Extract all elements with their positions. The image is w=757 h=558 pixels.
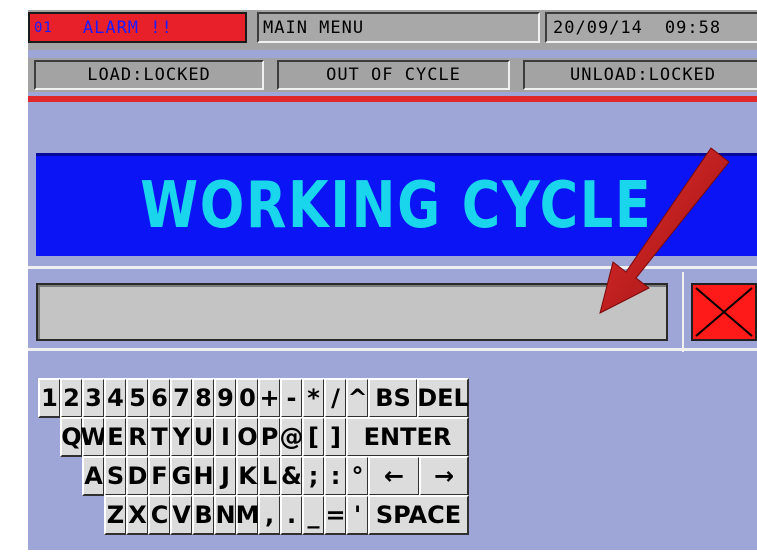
datetime-display: 20/09/14 09:58 bbox=[545, 12, 757, 43]
key-delete[interactable]: DEL bbox=[417, 378, 469, 418]
key-4[interactable]: 4 bbox=[104, 378, 127, 418]
key-9[interactable]: 9 bbox=[214, 378, 237, 418]
key-k[interactable]: K bbox=[236, 456, 259, 496]
divider bbox=[28, 348, 757, 351]
unload-status: UNLOAD:LOCKED bbox=[523, 60, 757, 90]
key-3[interactable]: 3 bbox=[82, 378, 105, 418]
key-bracket-open[interactable]: [ bbox=[302, 417, 325, 457]
date-text: 20/09/14 bbox=[553, 17, 643, 38]
key-j[interactable]: J bbox=[214, 456, 237, 496]
key-z[interactable]: Z bbox=[104, 495, 127, 535]
key-b[interactable]: B bbox=[192, 495, 215, 535]
key-1[interactable]: 1 bbox=[38, 378, 61, 418]
key-plus[interactable]: + bbox=[258, 378, 281, 418]
alarm-indicator[interactable]: 01 ALARM !! bbox=[28, 12, 247, 43]
key-arrow-right[interactable]: → bbox=[419, 456, 469, 496]
key-m[interactable]: M bbox=[236, 495, 259, 535]
key-u[interactable]: U bbox=[192, 417, 215, 457]
key-s[interactable]: S bbox=[104, 456, 127, 496]
banner-title: WORKING CYCLE bbox=[140, 169, 653, 243]
key-asterisk[interactable]: * bbox=[302, 378, 325, 418]
key-c[interactable]: C bbox=[148, 495, 171, 535]
divider bbox=[28, 266, 757, 269]
key-f[interactable]: F bbox=[148, 456, 171, 496]
load-status: LOAD:LOCKED bbox=[34, 60, 264, 90]
key-period[interactable]: . bbox=[280, 495, 303, 535]
key-t[interactable]: T bbox=[148, 417, 171, 457]
key-semicolon[interactable]: ; bbox=[302, 456, 325, 496]
key-v[interactable]: V bbox=[170, 495, 193, 535]
on-screen-keyboard: 1 2 3 4 5 6 7 8 9 0 + - * / ^ BS DEL Q W… bbox=[28, 352, 757, 550]
key-r[interactable]: R bbox=[126, 417, 149, 457]
key-minus[interactable]: - bbox=[280, 378, 303, 418]
key-5[interactable]: 5 bbox=[126, 378, 149, 418]
key-8[interactable]: 8 bbox=[192, 378, 215, 418]
key-g[interactable]: G bbox=[170, 456, 193, 496]
cycle-status: OUT OF CYCLE bbox=[277, 60, 510, 90]
hmi-screen: 01 ALARM !! MAIN MENU 20/09/14 09:58 LOA… bbox=[28, 10, 757, 550]
key-ampersand[interactable]: & bbox=[280, 456, 303, 496]
key-comma[interactable]: , bbox=[258, 495, 281, 535]
key-x[interactable]: X bbox=[126, 495, 149, 535]
header-bar: 01 ALARM !! MAIN MENU 20/09/14 09:58 bbox=[28, 10, 757, 50]
key-e[interactable]: E bbox=[104, 417, 127, 457]
key-6[interactable]: 6 bbox=[148, 378, 171, 418]
key-h[interactable]: H bbox=[192, 456, 215, 496]
status-bar: LOAD:LOCKED OUT OF CYCLE UNLOAD:LOCKED bbox=[28, 58, 757, 92]
menu-title-text: MAIN MENU bbox=[263, 17, 365, 38]
key-i[interactable]: I bbox=[214, 417, 237, 457]
time-text: 09:58 bbox=[664, 17, 722, 38]
key-l[interactable]: L bbox=[258, 456, 281, 496]
close-icon bbox=[695, 287, 753, 337]
key-backspace[interactable]: BS bbox=[368, 378, 418, 418]
key-arrow-left[interactable]: ← bbox=[368, 456, 420, 496]
key-0[interactable]: 0 bbox=[236, 378, 259, 418]
alarm-label: ALARM !! bbox=[82, 17, 173, 38]
key-at[interactable]: @ bbox=[280, 417, 304, 457]
key-7[interactable]: 7 bbox=[170, 378, 193, 418]
cycle-status-text: OUT OF CYCLE bbox=[326, 65, 461, 85]
key-equals[interactable]: = bbox=[324, 495, 347, 535]
key-apostrophe[interactable]: ' bbox=[346, 495, 369, 535]
key-bracket-close[interactable]: ] bbox=[324, 417, 347, 457]
station-number: 01 bbox=[34, 19, 53, 36]
separator-line bbox=[28, 96, 757, 102]
key-p[interactable]: P bbox=[258, 417, 281, 457]
key-caret[interactable]: ^ bbox=[346, 378, 369, 418]
key-a[interactable]: A bbox=[82, 456, 105, 496]
key-underscore[interactable]: _ bbox=[302, 495, 325, 535]
key-space[interactable]: SPACE bbox=[368, 495, 469, 535]
key-o[interactable]: O bbox=[236, 417, 259, 457]
key-degree[interactable]: ° bbox=[346, 456, 369, 496]
key-slash[interactable]: / bbox=[324, 378, 347, 418]
key-colon[interactable]: : bbox=[324, 456, 347, 496]
key-w[interactable]: W bbox=[80, 417, 107, 457]
key-2[interactable]: 2 bbox=[60, 378, 83, 418]
close-button[interactable] bbox=[691, 283, 757, 341]
text-input-field[interactable] bbox=[36, 283, 668, 341]
unload-status-text: UNLOAD:LOCKED bbox=[569, 65, 717, 85]
working-cycle-banner: WORKING CYCLE bbox=[36, 153, 757, 256]
key-d[interactable]: D bbox=[126, 456, 149, 496]
load-status-text: LOAD:LOCKED bbox=[87, 65, 211, 85]
menu-title: MAIN MENU bbox=[257, 12, 540, 43]
key-enter[interactable]: ENTER bbox=[346, 417, 469, 457]
key-y[interactable]: Y bbox=[170, 417, 193, 457]
key-n[interactable]: N bbox=[214, 495, 237, 535]
